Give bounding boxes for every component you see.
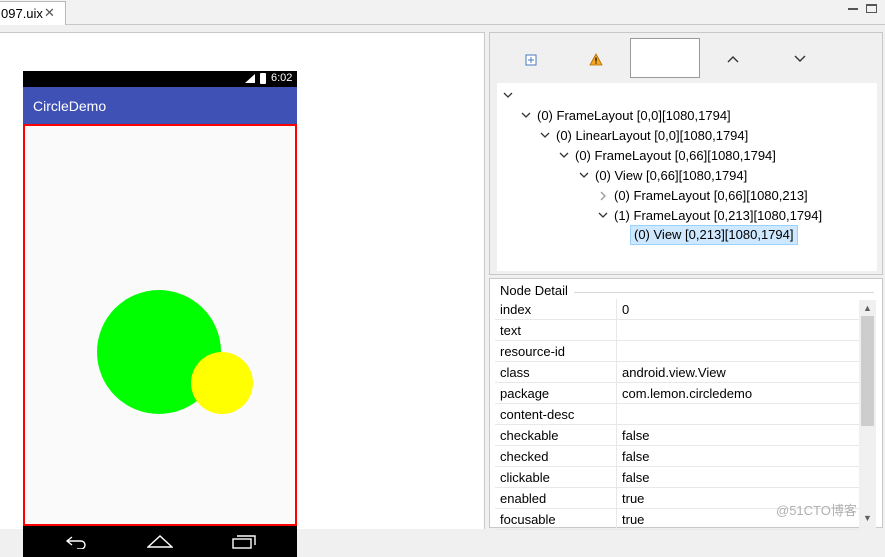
chevron-down-icon[interactable] bbox=[579, 167, 589, 185]
vertical-scrollbar[interactable]: ▲ ▼ bbox=[859, 300, 876, 529]
minimize-icon[interactable] bbox=[847, 2, 859, 14]
chevron-down-icon[interactable] bbox=[559, 147, 569, 165]
hierarchy-panel: (0) FrameLayout [0,0][1080,1794] (0) Lin… bbox=[489, 32, 883, 275]
table-row[interactable]: package com.lemon.circledemo bbox=[495, 383, 859, 404]
tab-uix-file[interactable]: 097.uix ✕ bbox=[0, 1, 66, 25]
tree-node-selected[interactable]: (0) View [0,213][1080,1794] bbox=[630, 225, 798, 245]
app-title: CircleDemo bbox=[33, 98, 107, 114]
scroll-up-icon[interactable]: ▲ bbox=[863, 303, 872, 313]
back-icon[interactable] bbox=[65, 535, 87, 549]
table-row[interactable]: text bbox=[495, 320, 859, 341]
property-value: false bbox=[622, 449, 650, 464]
chevron-down-icon[interactable] bbox=[598, 207, 608, 225]
chevron-down-icon[interactable] bbox=[540, 127, 550, 145]
chevron-right-icon[interactable] bbox=[598, 187, 608, 205]
next-node-button[interactable] bbox=[788, 49, 812, 69]
status-time: 6:02 bbox=[271, 72, 293, 84]
warning-icon bbox=[589, 52, 603, 65]
property-key: clickable bbox=[500, 470, 550, 485]
tree-node[interactable]: (0) View [0,66][1080,1794] bbox=[595, 167, 747, 185]
app-bar: CircleDemo bbox=[23, 87, 297, 124]
property-key: text bbox=[500, 323, 521, 338]
property-key: class bbox=[500, 365, 530, 380]
signal-icon bbox=[245, 74, 255, 83]
table-row[interactable]: clickable false bbox=[495, 467, 859, 488]
node-detail-title: Node Detail bbox=[500, 283, 568, 298]
table-row[interactable]: content-desc bbox=[495, 404, 859, 425]
table-row[interactable]: class android.view.View bbox=[495, 362, 859, 383]
property-value: com.lemon.circledemo bbox=[622, 386, 753, 401]
device-screen[interactable]: 6:02 CircleDemo bbox=[23, 71, 297, 557]
selected-node-highlight bbox=[23, 124, 297, 526]
property-key: package bbox=[500, 386, 550, 401]
device-screenshot-panel: 6:02 CircleDemo bbox=[0, 32, 485, 557]
recents-icon[interactable] bbox=[232, 535, 256, 549]
home-icon[interactable] bbox=[147, 535, 173, 548]
tree-node[interactable]: (0) FrameLayout [0,0][1080,1794] bbox=[537, 107, 731, 125]
tree-node[interactable]: (0) FrameLayout [0,66][1080,213] bbox=[614, 187, 808, 205]
filter-input[interactable] bbox=[630, 38, 700, 78]
expand-all-button[interactable] bbox=[519, 49, 543, 69]
divider bbox=[574, 292, 874, 293]
table-row[interactable]: index 0 bbox=[495, 299, 859, 320]
editor-tab-bar: 097.uix ✕ bbox=[0, 0, 885, 25]
tree-node[interactable]: (0) LinearLayout [0,0][1080,1794] bbox=[556, 127, 748, 145]
property-key: content-desc bbox=[500, 407, 575, 422]
chevron-down-icon[interactable] bbox=[521, 107, 531, 125]
property-key: checked bbox=[500, 449, 549, 464]
tree-node[interactable]: (1) FrameLayout [0,213][1080,1794] bbox=[614, 207, 822, 225]
table-row[interactable]: checked false bbox=[495, 446, 859, 467]
property-key: focusable bbox=[500, 512, 556, 527]
property-key: checkable bbox=[500, 428, 559, 443]
property-value: false bbox=[622, 428, 650, 443]
node-detail-panel: Node Detail index 0 text resource-id clas… bbox=[489, 278, 883, 530]
property-value: true bbox=[622, 491, 645, 506]
hierarchy-tree[interactable]: (0) FrameLayout [0,0][1080,1794] (0) Lin… bbox=[497, 83, 877, 271]
table-row[interactable]: checkable false bbox=[495, 425, 859, 446]
property-value: false bbox=[622, 470, 650, 485]
chevron-down-icon[interactable] bbox=[503, 87, 513, 105]
scroll-thumb[interactable] bbox=[861, 316, 874, 426]
navigation-bar bbox=[23, 526, 297, 557]
scroll-down-icon[interactable]: ▼ bbox=[863, 513, 872, 523]
watermark: @51CTO博客 bbox=[776, 503, 857, 518]
property-value: android.view.View bbox=[622, 365, 726, 380]
tab-label: 097.uix bbox=[1, 6, 43, 21]
table-row[interactable]: resource-id bbox=[495, 341, 859, 362]
tree-node[interactable]: (0) FrameLayout [0,66][1080,1794] bbox=[575, 147, 776, 165]
chevron-up-icon bbox=[727, 56, 739, 63]
maximize-icon[interactable] bbox=[866, 4, 877, 13]
property-key: resource-id bbox=[500, 344, 566, 359]
nafs-warning-button[interactable] bbox=[584, 49, 608, 69]
battery-icon bbox=[260, 73, 266, 84]
property-key: index bbox=[500, 302, 532, 317]
property-value: 0 bbox=[622, 302, 630, 317]
close-icon[interactable]: ✕ bbox=[44, 5, 55, 21]
chevron-down-icon bbox=[794, 55, 806, 62]
property-key: enabled bbox=[500, 491, 547, 506]
property-value: true bbox=[622, 512, 645, 527]
previous-node-button[interactable] bbox=[721, 49, 745, 69]
expand-all-icon bbox=[525, 54, 536, 65]
status-bar: 6:02 bbox=[23, 71, 297, 87]
property-table: index 0 text resource-id class android.vie… bbox=[495, 299, 859, 530]
